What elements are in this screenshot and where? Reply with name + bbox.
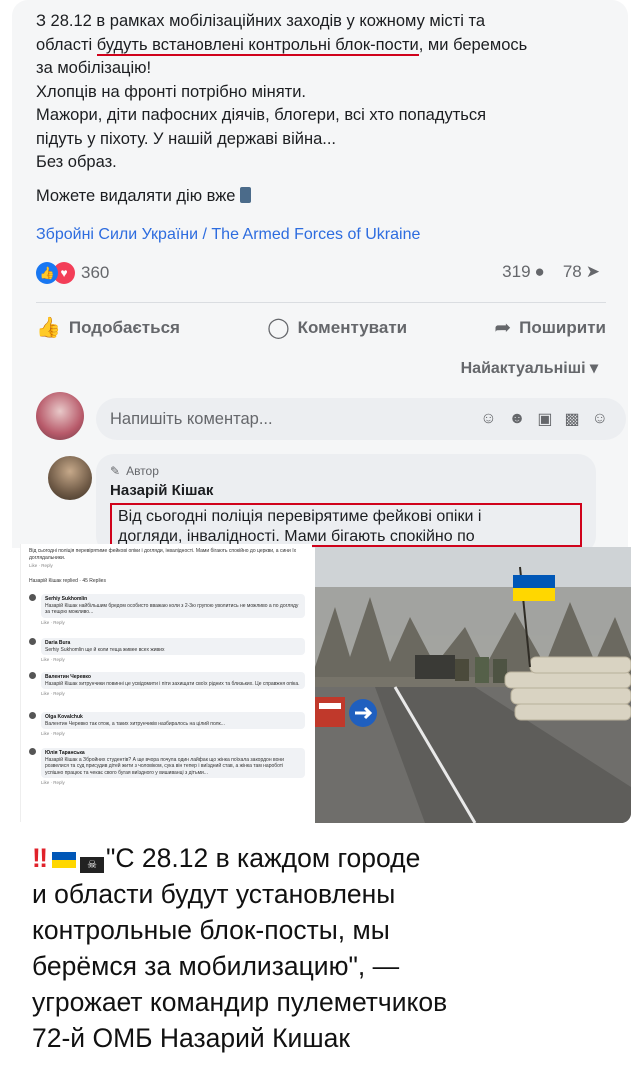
comment-input[interactable]: Напишіть коментар... ☺ ☻ ▣ ▩ ☺ [96, 398, 626, 440]
sticker-icon[interactable]: ☺ [592, 410, 608, 428]
post-line: Можете видаляти дію вже [36, 185, 606, 209]
engagement-counts: 319 ● 78 ➤ [502, 262, 600, 282]
thumbs-up-icon: 👍 [36, 317, 61, 339]
avatar [29, 748, 36, 755]
chevron-down-icon: ▾ [589, 360, 598, 377]
caption-line: угрожает командир пулеметчиков [32, 987, 448, 1017]
list-item: Юлія Таранська Назарій Кішак а Збройних с… [29, 748, 305, 787]
post-line: Хлопців на фронті потрібно міняти. [36, 82, 307, 101]
reaction-summary[interactable]: 👍 ♥ 360 [36, 262, 109, 284]
comment-thread-screenshot: Від сьогодні поліція перевірятиме фейков… [20, 544, 312, 822]
avatar [29, 638, 36, 645]
comment-tools: ☺ ☻ ▣ ▩ ☺ [480, 398, 608, 440]
share-arrow-icon: ➤ [585, 262, 600, 281]
post-text: З 28.12 в рамках мобілізаційних заходів … [36, 10, 606, 208]
underlined-phrase: будуть встановлені контрольні блок-пости [96, 35, 419, 56]
avatar [29, 672, 36, 679]
list-item: Валентин Черевко Назарій Кішак хитрунчики… [29, 672, 305, 698]
ukraine-flag-icon [52, 852, 77, 868]
post-line: підуть у піхоту. У нашій державі війна..… [36, 129, 336, 148]
checkpoint-photo [315, 547, 631, 823]
double-exclamation-icon: ‼ [32, 843, 48, 873]
post-line: за мобілізацію! [36, 59, 152, 77]
post-line: Без образ. [36, 153, 117, 171]
commenter-name[interactable]: Назарій Кішак [110, 482, 582, 499]
thread-replied-line[interactable]: Назарій Кішак replied · 45 Replies [29, 578, 305, 585]
avatar [29, 712, 36, 719]
comment-sort-dropdown[interactable]: Найактуальніші ▾ [461, 358, 598, 378]
checkpoint-photo-illustration [315, 547, 631, 823]
page-source-link[interactable]: Збройні Сили України / The Armed Forces … [36, 226, 420, 244]
caption-line: контрольные блок-посты, мы [32, 915, 390, 945]
caption-line: ‼ ☠ "С 28.12 в каждом городе [32, 843, 421, 873]
avatar [29, 594, 36, 601]
mobile-phone-icon [240, 186, 252, 203]
comment-button[interactable]: ◯ Коментувати [267, 315, 407, 340]
list-item: Olga Kovalchuk Валентин Черевко так отож,… [29, 712, 305, 738]
share-button[interactable]: ➦ Поширити [494, 315, 606, 340]
pirate-flag-icon: ☠ [80, 857, 105, 873]
highlighted-comment-text: Від сьогодні поліція перевірятиме фейков… [110, 503, 582, 547]
post-line: Мажори, діти пафосних діячів, блогери, в… [36, 106, 487, 124]
list-item: Daria Bura Serhiy Sukhomlin ще й коли тещ… [29, 638, 305, 664]
author-badge: ✎ Автор [110, 464, 159, 478]
commenter-avatar[interactable] [48, 456, 92, 500]
caption-line: берёмся за мобилизацию", — [32, 951, 400, 981]
list-item: Serhiy Sukhomlin Назарій Кішак найбільшим… [29, 594, 305, 626]
facebook-post-screenshot: З 28.12 в рамках мобілізаційних заходів … [12, 0, 628, 548]
comment-icon: ◯ [267, 317, 290, 339]
share-icon: ➦ [494, 317, 512, 339]
avatar-sticker-icon[interactable]: ☺ [480, 410, 496, 428]
post-line: З 28.12 в рамках мобілізаційних заходів … [36, 12, 486, 30]
avatar[interactable] [36, 392, 84, 440]
gif-icon[interactable]: ▩ [565, 409, 580, 429]
caption-line: и области будут установлены [32, 879, 396, 909]
camera-icon[interactable]: ▣ [537, 409, 552, 429]
top-comment: ✎ Автор Назарій Кішак Від сьогодні поліці… [96, 454, 596, 548]
message-caption: ‼ ☠ "С 28.12 в каждом городе и области буд… [32, 840, 632, 1056]
thread-first-comment: Від сьогодні поліція перевірятиме фейков… [29, 548, 297, 568]
post-line: області будуть встановлені контрольні бл… [36, 35, 528, 56]
caption-line: 72-й ОМБ Назарий Кишак [32, 1023, 350, 1053]
post-actions: 👍 Подобається ◯ Коментувати ➦ Поширити [36, 302, 606, 340]
like-reaction-icon: 👍 [36, 262, 58, 284]
comment-bubble-icon: ● [534, 262, 545, 281]
pencil-icon: ✎ [110, 464, 121, 478]
like-button[interactable]: 👍 Подобається [36, 315, 180, 340]
emoji-icon[interactable]: ☻ [509, 410, 526, 428]
shares-count-group[interactable]: 78 ➤ [563, 262, 600, 282]
reaction-count: 360 [81, 263, 110, 282]
comments-count-group[interactable]: 319 ● [502, 262, 545, 282]
